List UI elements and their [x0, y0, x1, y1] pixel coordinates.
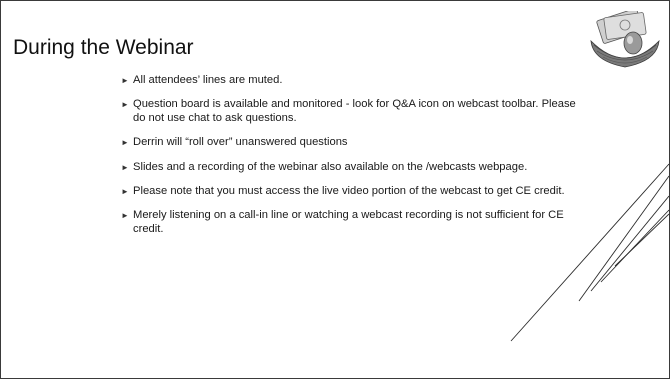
- bullet-text: All attendees’ lines are muted.: [133, 74, 283, 86]
- bullet-marker: ►: [121, 211, 129, 221]
- bullet-item: ► Merely listening on a call-in line or w…: [121, 209, 591, 236]
- bullet-text: Slides and a recording of the webinar al…: [133, 160, 528, 173]
- bullet-marker: ►: [121, 162, 129, 172]
- bullet-marker: ►: [121, 138, 129, 148]
- bullet-item: ► Slides and a recording of the webinar a…: [121, 161, 591, 174]
- bullet-item: ► Please note that you must access the li…: [121, 185, 591, 198]
- bullet-text: Derrin will “roll over” unanswered quest…: [133, 136, 348, 149]
- bullet-marker: ►: [121, 76, 129, 85]
- bullet-text: Merely listening on a call-in line or wa…: [133, 209, 564, 235]
- money-nest-egg-icon: [590, 11, 660, 68]
- bullet-list: ► All attendees’ lines are muted. ► Questi…: [121, 74, 591, 247]
- bullet-marker: ►: [121, 187, 129, 197]
- bullet-item: ► Derrin will “roll over” unanswered ques…: [121, 136, 591, 149]
- bullet-text: Please note that you must access the liv…: [133, 185, 565, 198]
- bullet-item: ► Question board is available and monitor…: [121, 98, 591, 125]
- bullet-text: Question board is available and monitore…: [133, 98, 576, 124]
- slide-title: During the Webinar: [13, 36, 194, 59]
- slide: During the Webinar ► All attendees’ lines…: [0, 0, 670, 379]
- bullet-marker: ►: [121, 100, 129, 110]
- bullet-item: ► All attendees’ lines are muted.: [121, 74, 591, 87]
